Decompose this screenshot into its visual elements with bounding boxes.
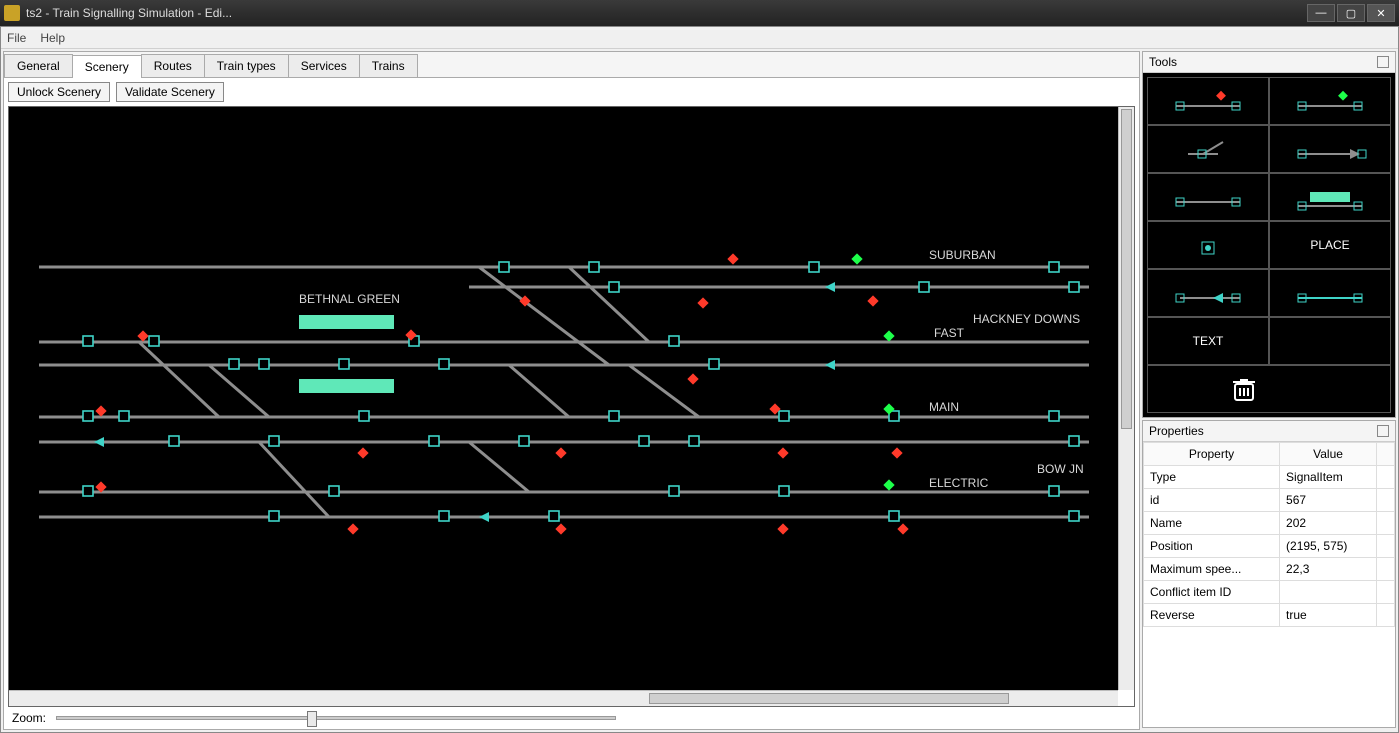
- tool-delete[interactable]: [1147, 365, 1391, 413]
- table-row: Name202: [1144, 512, 1395, 535]
- menubar: File Help: [1, 27, 1398, 49]
- window-title: ts2 - Train Signalling Simulation - Edi.…: [26, 6, 1307, 20]
- table-row: Position(2195, 575): [1144, 535, 1395, 558]
- tool-signal-right-green[interactable]: [1269, 77, 1391, 125]
- menu-file[interactable]: File: [7, 31, 26, 45]
- validate-scenery-button[interactable]: Validate Scenery: [116, 82, 224, 102]
- label-hackney: HACKNEY DOWNS: [973, 312, 1080, 326]
- tools-popout-icon[interactable]: [1377, 56, 1389, 68]
- minimize-button[interactable]: —: [1307, 4, 1335, 22]
- table-row: Conflict item ID: [1144, 581, 1395, 604]
- tool-platform[interactable]: [1269, 173, 1391, 221]
- scenery-canvas[interactable]: SUBURBAN BETHNAL GREEN HACKNEY DOWNS FAS…: [9, 107, 1118, 690]
- properties-col-property: Property: [1144, 443, 1280, 466]
- label-suburban: SUBURBAN: [929, 248, 996, 262]
- tab-scenery[interactable]: Scenery: [72, 55, 142, 78]
- vertical-scrollbar[interactable]: [1118, 107, 1134, 690]
- maximize-button[interactable]: ▢: [1337, 4, 1365, 22]
- tool-signal-right-red[interactable]: [1147, 77, 1269, 125]
- tool-empty: [1269, 317, 1391, 365]
- table-row: Maximum spee...22,3: [1144, 558, 1395, 581]
- tool-end-arrow[interactable]: [1269, 125, 1391, 173]
- table-row: id567: [1144, 489, 1395, 512]
- label-electric: ELECTRIC: [929, 476, 989, 490]
- properties-popout-icon[interactable]: [1377, 425, 1389, 437]
- tool-left-arrow[interactable]: [1147, 269, 1269, 317]
- properties-col-value: Value: [1280, 443, 1377, 466]
- tab-bar: General Scenery Routes Train types Servi…: [4, 52, 1139, 78]
- label-main: MAIN: [929, 400, 959, 414]
- menu-help[interactable]: Help: [40, 31, 65, 45]
- tab-general[interactable]: General: [4, 54, 73, 77]
- unlock-scenery-button[interactable]: Unlock Scenery: [8, 82, 110, 102]
- zoom-slider[interactable]: [56, 716, 616, 720]
- tools-panel-title: Tools: [1149, 55, 1177, 69]
- tool-line[interactable]: [1147, 173, 1269, 221]
- tab-train-types[interactable]: Train types: [204, 54, 289, 77]
- table-row: TypeSignalItem: [1144, 466, 1395, 489]
- tool-text[interactable]: TEXT: [1147, 317, 1269, 365]
- tool-blank-line[interactable]: [1269, 269, 1391, 317]
- tab-services[interactable]: Services: [288, 54, 360, 77]
- horizontal-scrollbar[interactable]: [9, 690, 1118, 706]
- tool-point[interactable]: [1147, 125, 1269, 173]
- properties-panel-title: Properties: [1149, 424, 1204, 438]
- app-icon: [4, 5, 20, 21]
- tool-place[interactable]: PLACE: [1269, 221, 1391, 269]
- tool-node[interactable]: [1147, 221, 1269, 269]
- properties-table[interactable]: Property Value TypeSignalItem id567 Name…: [1143, 442, 1395, 627]
- close-button[interactable]: ✕: [1367, 4, 1395, 22]
- label-bethnal: BETHNAL GREEN: [299, 292, 400, 306]
- tab-routes[interactable]: Routes: [141, 54, 205, 77]
- zoom-label: Zoom:: [12, 711, 46, 725]
- label-fast: FAST: [934, 326, 965, 340]
- label-bowjn: BOW JN: [1037, 462, 1084, 476]
- table-row: Reversetrue: [1144, 604, 1395, 627]
- tab-trains[interactable]: Trains: [359, 54, 418, 77]
- titlebar: ts2 - Train Signalling Simulation - Edi.…: [0, 0, 1399, 26]
